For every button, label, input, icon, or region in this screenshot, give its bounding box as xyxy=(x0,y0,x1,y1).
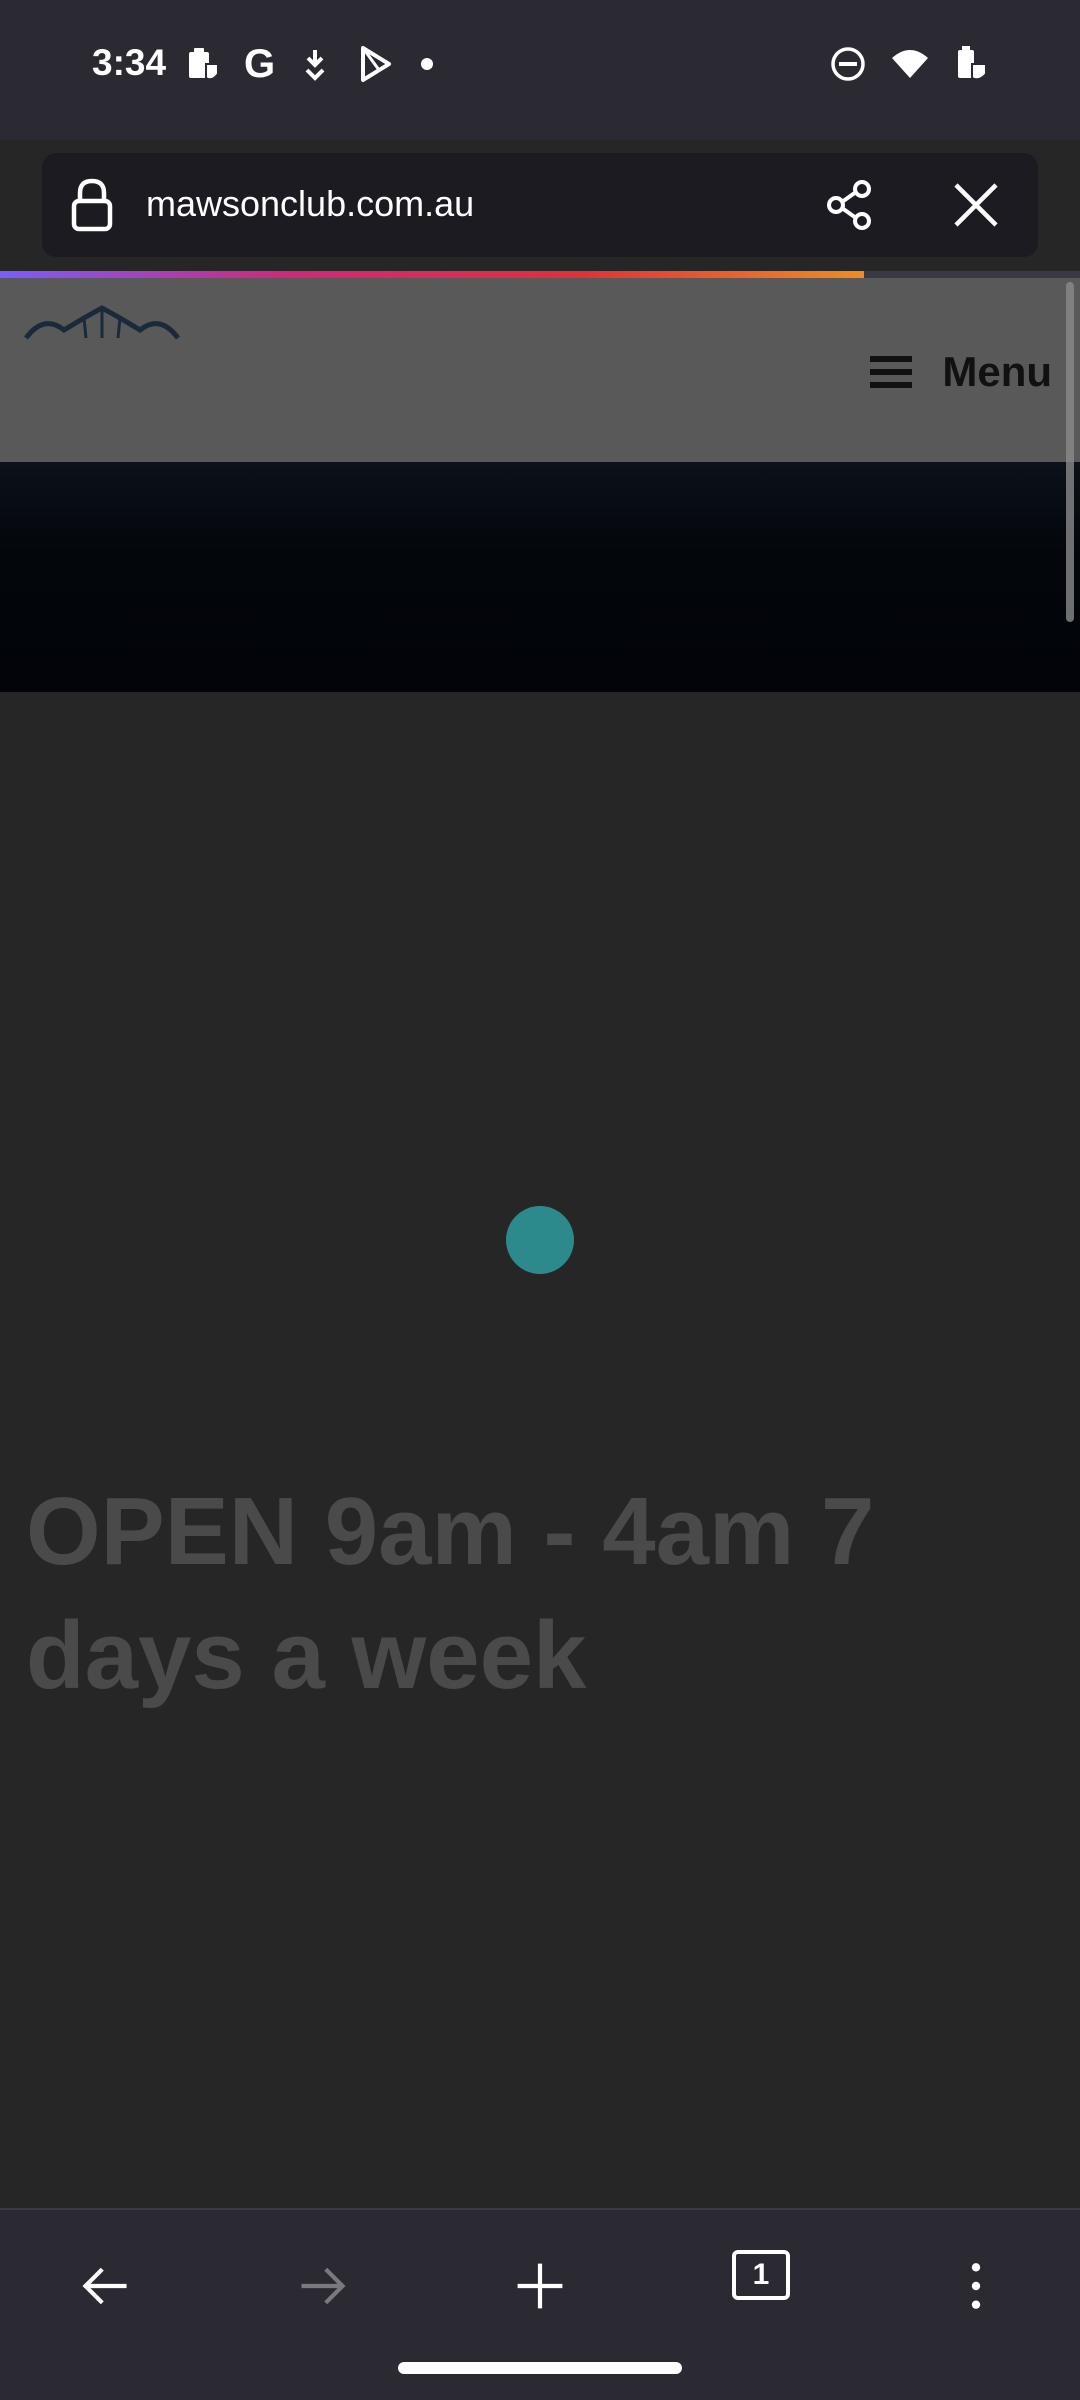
forward-icon xyxy=(301,2267,346,2305)
page-load-progress-fill xyxy=(0,271,864,278)
hamburger-icon xyxy=(870,356,913,388)
status-time: 3:34 xyxy=(92,42,167,83)
clipboard-shield-icon xyxy=(189,48,219,81)
battery-shield-icon xyxy=(958,46,987,81)
lock-icon[interactable] xyxy=(70,177,114,233)
share-icon[interactable] xyxy=(822,177,878,233)
tabs-button[interactable]: 1 xyxy=(732,2250,790,2300)
download-arrow-icon xyxy=(305,50,325,81)
back-icon xyxy=(82,2267,127,2305)
site-logo[interactable] xyxy=(24,304,180,340)
notification-dot-icon xyxy=(421,58,434,70)
google-icon: G xyxy=(244,42,276,86)
status-icons-left: G xyxy=(184,42,434,86)
loading-spinner xyxy=(506,1206,574,1274)
new-tab-button[interactable] xyxy=(500,2246,580,2326)
menu-label: Menu xyxy=(942,348,1052,395)
status-bar: 3:34 G xyxy=(0,0,1080,140)
forward-button[interactable] xyxy=(282,2246,362,2326)
close-icon[interactable] xyxy=(948,177,1004,233)
url-text[interactable]: mawsonclub.com.au xyxy=(146,183,474,225)
hero-image xyxy=(0,462,1080,692)
play-store-icon xyxy=(361,46,392,82)
more-options-button[interactable] xyxy=(936,2246,1016,2326)
page-load-progress xyxy=(0,271,1080,278)
site-header: Menu xyxy=(0,278,1080,462)
home-indicator[interactable] xyxy=(398,2362,682,2374)
wifi-icon xyxy=(892,50,928,78)
page-scrollbar[interactable] xyxy=(1066,282,1074,622)
browser-screen: 3:34 G mawsonclub.com.au Menu OPEN 9am -… xyxy=(0,0,1080,2400)
address-bar[interactable]: mawsonclub.com.au xyxy=(42,153,1038,257)
opening-hours-heading: OPEN 9am - 4am 7 days a week xyxy=(26,1478,875,1709)
do-not-disturb-icon xyxy=(831,47,865,81)
status-icons-right xyxy=(828,44,992,84)
back-button[interactable] xyxy=(66,2246,146,2326)
menu-button[interactable]: Menu xyxy=(870,348,1052,396)
page-content xyxy=(0,692,1080,2208)
more-options-icon xyxy=(971,2263,981,2309)
new-tab-icon xyxy=(517,2263,563,2309)
